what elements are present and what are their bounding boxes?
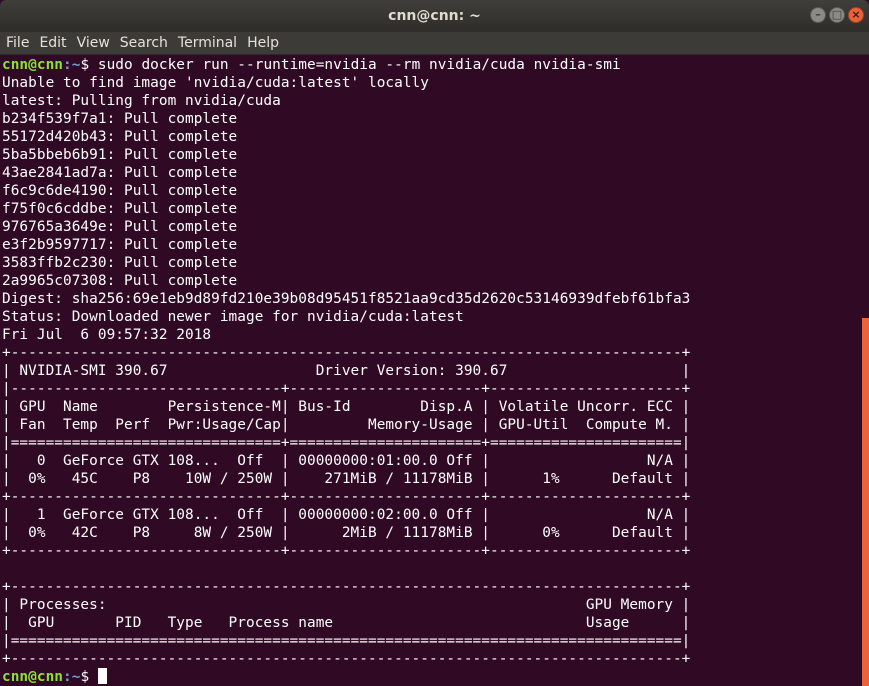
menu-search[interactable]: Search <box>115 32 173 54</box>
prompt-path: :~ <box>63 669 81 685</box>
prompt-user: cnn@cnn <box>2 57 63 73</box>
output-line: |===============================+=======… <box>2 435 691 451</box>
output-lines: Unable to find image 'nvidia/cuda:latest… <box>2 74 862 668</box>
output-line: | 0 GeForce GTX 108... Off | 00000000:01… <box>2 453 691 469</box>
command-line: cnn@cnn:~$ sudo docker run --runtime=nvi… <box>2 56 862 74</box>
output-line: | 0% 45C P8 10W / 250W | 271MiB / 11178M… <box>2 471 691 487</box>
terminal-output[interactable]: cnn@cnn:~$ sudo docker run --runtime=nvi… <box>2 56 862 686</box>
prompt-user: cnn@cnn <box>2 669 63 685</box>
output-line: f6c9c6de4190: Pull complete <box>2 183 238 199</box>
output-line: Digest: sha256:69e1eb9d89fd210e39b08d954… <box>2 291 691 307</box>
output-line: Unable to find image 'nvidia/cuda:latest… <box>2 75 429 91</box>
menu-file[interactable]: File <box>0 32 34 54</box>
output-line: f75f0c6cddbe: Pull complete <box>2 201 238 217</box>
output-line: 2a9965c07308: Pull complete <box>2 273 238 289</box>
output-line: 976765a3649e: Pull complete <box>2 219 238 235</box>
minimize-button[interactable]: – <box>810 7 826 23</box>
menu-edit[interactable]: Edit <box>34 32 71 54</box>
command-text: sudo docker run --runtime=nvidia --rm nv… <box>97 57 621 73</box>
maximize-button[interactable]: □ <box>829 7 845 23</box>
output-line: b234f539f7a1: Pull complete <box>2 111 238 127</box>
output-line: | GPU PID Type Process name Usage | <box>2 615 691 631</box>
output-line: +---------------------------------------… <box>2 579 691 595</box>
menu-view[interactable]: View <box>72 32 115 54</box>
active-prompt-line: cnn@cnn:~$ <box>2 668 862 686</box>
output-line: latest: Pulling from nvidia/cuda <box>2 93 281 109</box>
window-title: cnn@cnn: ~ <box>388 8 481 24</box>
output-line: e3f2b9597717: Pull complete <box>2 237 238 253</box>
output-line: +---------------------------------------… <box>2 651 691 667</box>
menu-help[interactable]: Help <box>242 32 284 54</box>
menu-terminal[interactable]: Terminal <box>173 32 242 54</box>
output-line: | NVIDIA-SMI 390.67 Driver Version: 390.… <box>2 363 691 379</box>
output-line: +-------------------------------+-------… <box>2 543 691 559</box>
output-line: | Processes: GPU Memory | <box>2 597 691 613</box>
output-line: | Fan Temp Perf Pwr:Usage/Cap| Memory-Us… <box>2 417 691 433</box>
output-line: | 0% 42C P8 8W / 250W | 2MiB / 11178MiB … <box>2 525 691 541</box>
output-line: +---------------------------------------… <box>2 345 691 361</box>
output-line: | 1 GeForce GTX 108... Off | 00000000:02… <box>2 507 691 523</box>
text-cursor <box>97 668 107 684</box>
output-line: 3583ffb2c230: Pull complete <box>2 255 238 271</box>
scrollbar[interactable] <box>862 318 869 686</box>
output-line: 55172d420b43: Pull complete <box>2 129 238 145</box>
close-button[interactable]: × <box>848 7 864 23</box>
output-line: |=======================================… <box>2 633 691 649</box>
output-line: Fri Jul 6 09:57:32 2018 <box>2 327 212 343</box>
output-line: | GPU Name Persistence-M| Bus-Id Disp.A … <box>2 399 691 415</box>
output-line: Status: Downloaded newer image for nvidi… <box>2 309 464 325</box>
output-line: 43ae2841ad7a: Pull complete <box>2 165 238 181</box>
menu-bar: File Edit View Search Terminal Help <box>0 32 869 55</box>
prompt-symbol: $ <box>80 669 98 685</box>
prompt-path: :~ <box>63 57 81 73</box>
output-line: 5ba5bbeb6b91: Pull complete <box>2 147 238 163</box>
output-line: |-------------------------------+-------… <box>2 381 691 397</box>
output-line: +-------------------------------+-------… <box>2 489 691 505</box>
prompt-symbol: $ <box>80 57 98 73</box>
window-titlebar[interactable]: cnn@cnn: ~ – □ × <box>0 0 869 32</box>
